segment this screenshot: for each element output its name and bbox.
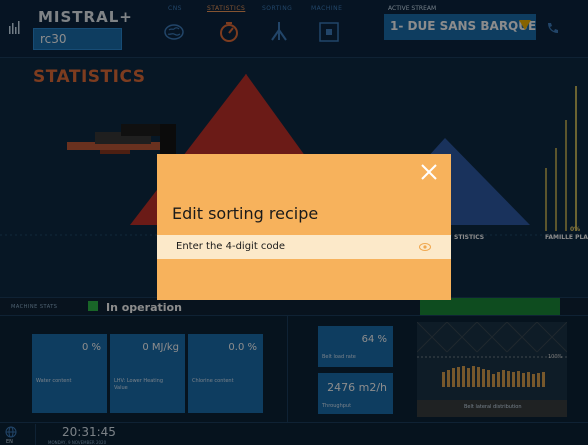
code-input[interactable]: Enter the 4-digit code bbox=[157, 235, 451, 259]
close-icon[interactable] bbox=[419, 162, 439, 182]
code-input-placeholder: Enter the 4-digit code bbox=[176, 241, 286, 252]
app-window: MISTRAL+ rc30 CNS STATISTICS SORTING MAC… bbox=[0, 0, 588, 445]
edit-recipe-modal: Edit sorting recipe Enter the 4-digit co… bbox=[157, 154, 451, 300]
eye-icon[interactable] bbox=[419, 242, 431, 252]
modal-title: Edit sorting recipe bbox=[172, 204, 319, 223]
